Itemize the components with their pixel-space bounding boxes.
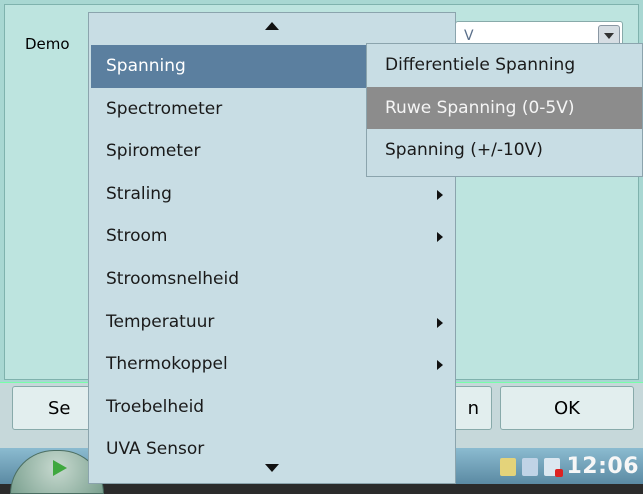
network-icon[interactable] — [500, 457, 517, 476]
submenu-item[interactable]: Differentiele Spanning — [367, 44, 642, 87]
clock[interactable]: 12:06 — [566, 454, 639, 479]
triangle-up-icon — [265, 22, 279, 30]
menu-item[interactable]: Stroomsnelheid — [91, 258, 453, 301]
triangle-down-icon — [265, 464, 279, 472]
scroll-up-button[interactable] — [89, 15, 455, 37]
menu-item-label: Troebelheid — [106, 396, 205, 417]
menu-item-label: Stroomsnelheid — [106, 268, 239, 289]
menu-item-label: Spirometer — [106, 141, 201, 162]
spanning-submenu: Differentiele Spanning Ruwe Spanning (0-5… — [366, 43, 643, 177]
demo-label: Demo — [25, 35, 70, 53]
submenu-item[interactable]: Spanning (+/-10V) — [367, 129, 642, 172]
combo-value: V — [464, 28, 474, 44]
menu-item-label: Temperatuur — [106, 311, 215, 332]
menu-item-label: Thermokoppel — [106, 354, 228, 375]
menu-item[interactable]: Thermokoppel — [91, 343, 453, 386]
submenu-arrow-icon — [437, 360, 443, 371]
keyboard-icon[interactable] — [522, 457, 539, 476]
system-tray: 12:06 — [500, 454, 639, 479]
menu-item[interactable]: Troebelheid — [91, 386, 453, 429]
menu-item[interactable]: Straling — [91, 173, 453, 216]
submenu-arrow-icon — [437, 189, 443, 200]
scroll-down-button[interactable] — [89, 457, 455, 479]
submenu-arrow-icon — [437, 232, 443, 243]
menu-item-label: Straling — [106, 183, 172, 204]
submenu-item[interactable]: Ruwe Spanning (0-5V) — [367, 86, 642, 130]
menu-item-label: Stroom — [106, 226, 168, 247]
play-icon — [53, 460, 67, 476]
menu-item[interactable]: Stroom — [91, 215, 453, 258]
volume-muted-icon[interactable] — [544, 457, 564, 477]
menu-item-label: Spectrometer — [106, 98, 223, 119]
submenu-arrow-icon — [437, 317, 443, 328]
menu-item[interactable]: Temperatuur — [91, 301, 453, 344]
menu-item-label: Spanning — [106, 56, 186, 76]
ok-button[interactable]: OK — [500, 386, 634, 430]
